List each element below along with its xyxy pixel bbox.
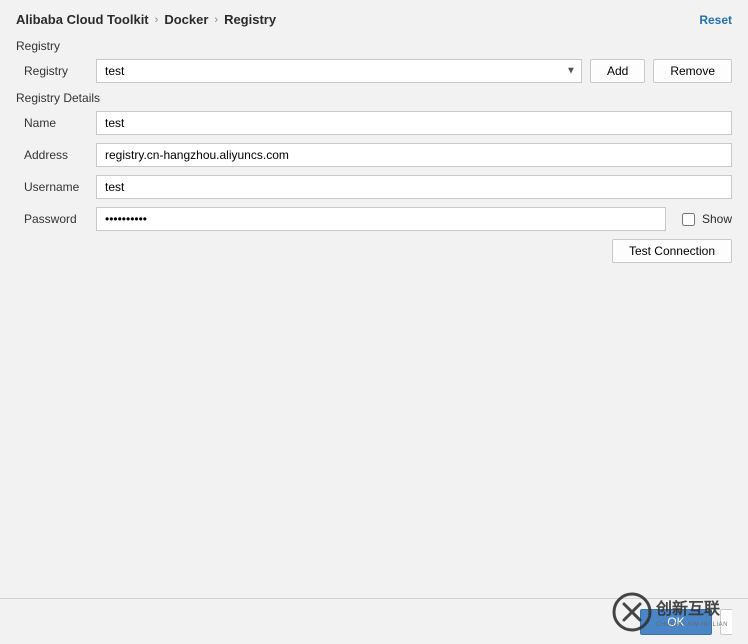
registry-combo[interactable]: ▼ — [96, 59, 582, 83]
registry-section-title: Registry — [16, 39, 732, 53]
add-button[interactable]: Add — [590, 59, 645, 83]
breadcrumb: Alibaba Cloud Toolkit › Docker › Registr… — [16, 12, 276, 27]
show-password-checkbox[interactable] — [682, 213, 695, 226]
registry-details-title: Registry Details — [16, 91, 732, 105]
reset-link[interactable]: Reset — [699, 13, 732, 27]
remove-button[interactable]: Remove — [653, 59, 732, 83]
password-label: Password — [16, 212, 88, 226]
show-password-label: Show — [702, 212, 732, 226]
username-label: Username — [16, 180, 88, 194]
test-connection-button[interactable]: Test Connection — [612, 239, 732, 263]
address-field[interactable] — [96, 143, 732, 167]
ok-button[interactable]: OK — [640, 609, 712, 635]
username-field[interactable] — [96, 175, 732, 199]
registry-label: Registry — [16, 64, 88, 78]
dialog-footer: OK — [0, 598, 748, 644]
password-field[interactable] — [96, 207, 666, 231]
breadcrumb-item[interactable]: Alibaba Cloud Toolkit — [16, 12, 149, 27]
chevron-right-icon: › — [214, 14, 218, 26]
secondary-button-partial[interactable] — [720, 609, 732, 635]
name-label: Name — [16, 116, 88, 130]
registry-combo-input[interactable] — [96, 59, 582, 83]
chevron-right-icon: › — [155, 14, 159, 26]
breadcrumb-item: Registry — [224, 12, 276, 27]
breadcrumb-item[interactable]: Docker — [164, 12, 208, 27]
name-field[interactable] — [96, 111, 732, 135]
address-label: Address — [16, 148, 88, 162]
